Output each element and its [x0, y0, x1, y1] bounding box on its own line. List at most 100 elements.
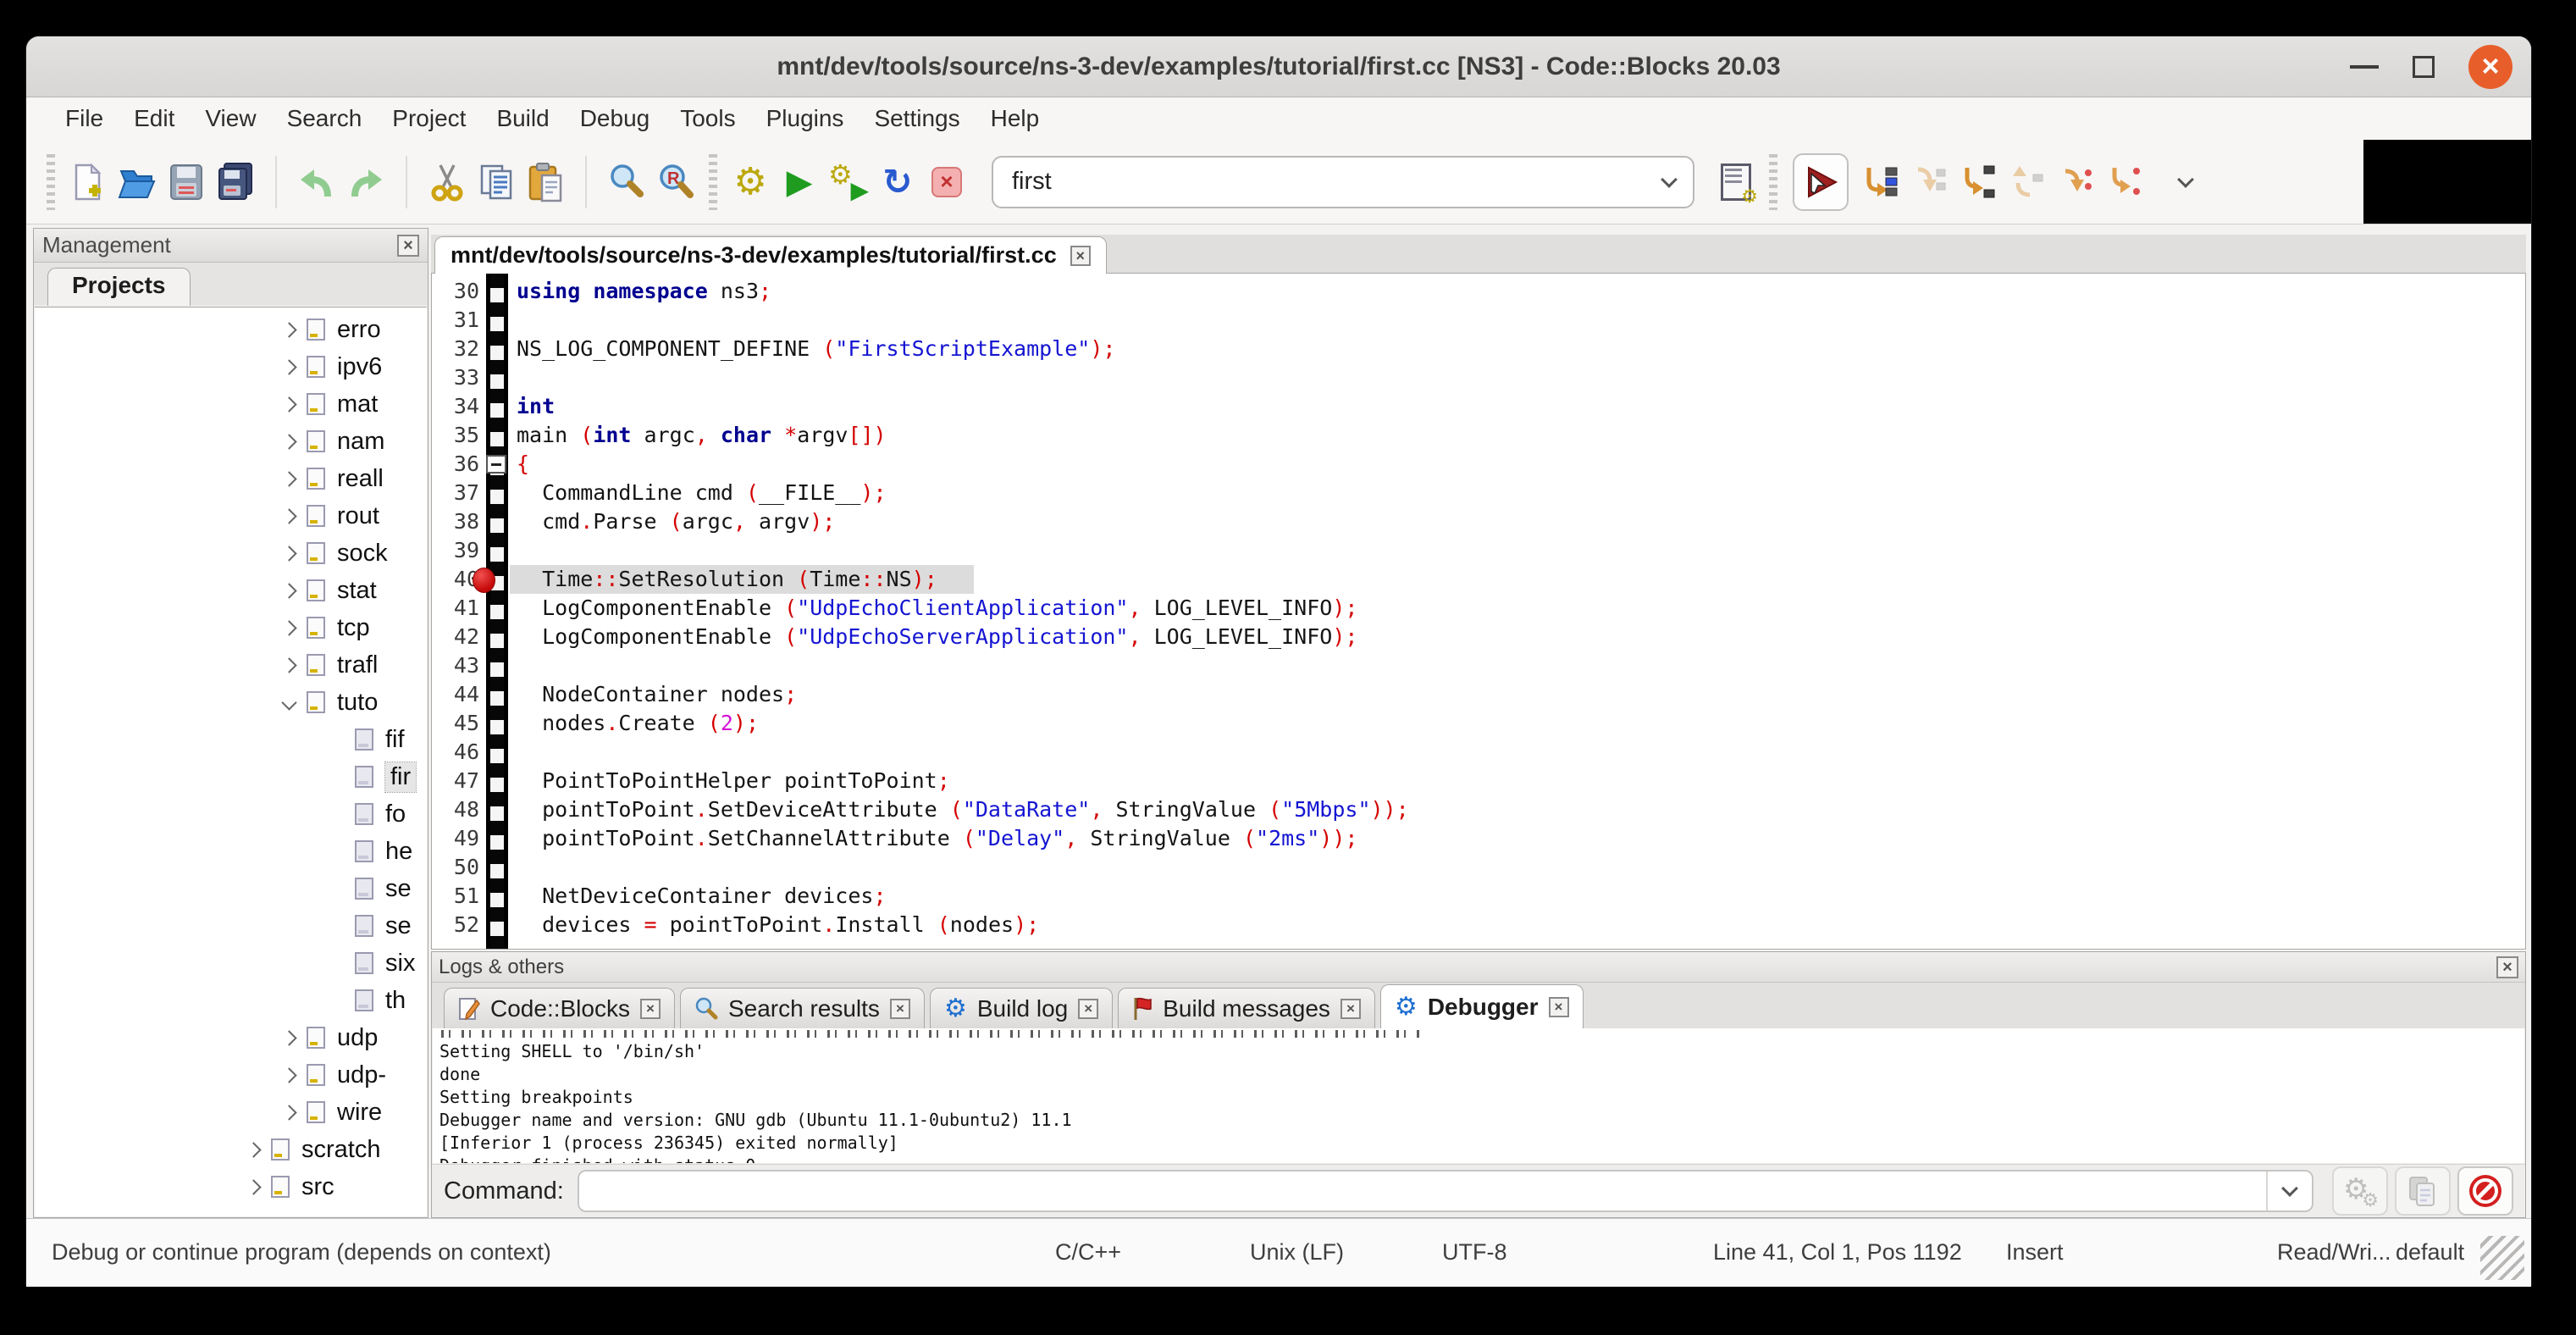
maximize-icon[interactable]	[2413, 56, 2435, 78]
code-line[interactable]: 31	[432, 306, 2525, 335]
tree-item-six[interactable]: six	[35, 944, 427, 982]
tree-item-mat[interactable]: mat	[35, 385, 427, 423]
code-line[interactable]: 43	[432, 651, 2525, 680]
tree-item-src[interactable]: src	[35, 1168, 427, 1205]
run-button[interactable]: ▶	[775, 154, 824, 210]
chevron-right-icon[interactable]	[281, 359, 296, 374]
abort-build-button[interactable]: ×	[922, 154, 971, 210]
next-line-button[interactable]	[1904, 154, 1954, 210]
menu-item-search[interactable]: Search	[272, 102, 378, 136]
tree-item-rout[interactable]: rout	[35, 497, 427, 535]
command-dropdown-button[interactable]	[2266, 1172, 2312, 1210]
chevron-right-icon[interactable]	[281, 1030, 296, 1045]
menu-item-view[interactable]: View	[190, 102, 271, 136]
code-line[interactable]: 42 LogComponentEnable ("UdpEchoServerApp…	[432, 623, 2525, 651]
chevron-right-icon[interactable]	[281, 620, 296, 635]
menu-item-edit[interactable]: Edit	[119, 102, 190, 136]
chevron-right-icon[interactable]	[281, 1105, 296, 1120]
code-line[interactable]: 44 NodeContainer nodes;	[432, 680, 2525, 709]
tree-item-sock[interactable]: sock	[35, 535, 427, 572]
chevron-right-icon[interactable]	[246, 1179, 261, 1194]
minimize-icon[interactable]	[2350, 65, 2379, 69]
debugger-log[interactable]: Setting SHELL to '/bin/sh'doneSetting br…	[433, 1028, 2524, 1163]
save-all-button[interactable]	[211, 154, 260, 210]
log-tab-debugger[interactable]: ⚙Debugger×	[1380, 984, 1584, 1028]
code-line[interactable]: 38 cmd.Parse (argc, argv);	[432, 507, 2525, 536]
chevron-right-icon[interactable]	[281, 1067, 296, 1083]
tree-item-nam[interactable]: nam	[35, 423, 427, 460]
tree-item-tcp[interactable]: tcp	[35, 609, 427, 646]
code-line[interactable]: 35main (int argc, char *argv[])	[432, 421, 2525, 450]
code-line[interactable]: 37 CommandLine cmd (__FILE__);	[432, 479, 2525, 507]
search-dropdown-button[interactable]	[1645, 179, 1693, 186]
menu-item-build[interactable]: Build	[481, 102, 564, 136]
rebuild-button[interactable]: ↻	[873, 154, 922, 210]
redo-button[interactable]	[341, 154, 390, 210]
log-tab-close-icon[interactable]: ×	[1078, 999, 1098, 1019]
tab-projects[interactable]: Projects	[47, 268, 191, 306]
project-tree[interactable]: erroipv6matnamreallroutsockstattcptraflt…	[35, 307, 427, 1216]
code-line[interactable]: 48 pointToPoint.SetDeviceAttribute ("Dat…	[432, 795, 2525, 824]
toolbar-gripper[interactable]	[709, 154, 717, 210]
build-button[interactable]: ⚙	[726, 154, 775, 210]
debug-continue-button[interactable]	[1793, 153, 1849, 211]
log-tab-close-icon[interactable]: ×	[890, 999, 910, 1019]
log-tab-close-icon[interactable]: ×	[1549, 997, 1569, 1017]
breakpoint-icon[interactable]	[473, 568, 495, 593]
log-tab-search-results[interactable]: Search results×	[680, 988, 925, 1028]
code-line[interactable]: 41 LogComponentEnable ("UdpEchoClientApp…	[432, 594, 2525, 623]
tree-item-se[interactable]: se	[35, 870, 427, 907]
code-line[interactable]: 40 Time::SetResolution (Time::NS);	[432, 565, 2525, 594]
tree-item-reall[interactable]: reall	[35, 460, 427, 497]
management-close-icon[interactable]: ×	[397, 235, 419, 257]
menu-item-debug[interactable]: Debug	[565, 102, 666, 136]
tree-item-he[interactable]: he	[35, 833, 427, 870]
save-button[interactable]	[162, 154, 211, 210]
undo-button[interactable]	[292, 154, 341, 210]
tree-item-erro[interactable]: erro	[35, 311, 427, 348]
chevron-right-icon[interactable]	[281, 546, 296, 561]
tree-item-ipv6[interactable]: ipv6	[35, 348, 427, 385]
log-tab-build-log[interactable]: ⚙Build log×	[930, 988, 1113, 1028]
copy-log-button[interactable]	[2395, 1166, 2451, 1216]
chevron-right-icon[interactable]	[281, 434, 296, 449]
build-and-run-button[interactable]: ⚙ ▶	[824, 154, 873, 210]
chevron-right-icon[interactable]	[281, 508, 296, 523]
step-out-button[interactable]	[2003, 154, 2052, 210]
copy-button[interactable]	[472, 154, 521, 210]
code-line[interactable]: 36{	[432, 450, 2525, 479]
tree-item-fif[interactable]: fif	[35, 721, 427, 758]
tree-item-trafl[interactable]: trafl	[35, 646, 427, 684]
open-file-button[interactable]	[113, 154, 162, 210]
cut-button[interactable]	[423, 154, 472, 210]
find-in-files-button[interactable]: R	[651, 154, 700, 210]
chevron-right-icon[interactable]	[281, 396, 296, 412]
log-tab-code-blocks[interactable]: Code::Blocks×	[444, 988, 675, 1028]
code-line[interactable]: 50	[432, 853, 2525, 882]
command-input[interactable]	[579, 1178, 2266, 1205]
code-line[interactable]: 32NS_LOG_COMPONENT_DEFINE ("FirstScriptE…	[432, 335, 2525, 363]
log-tab-close-icon[interactable]: ×	[640, 999, 661, 1019]
tree-item-wire[interactable]: wire	[35, 1094, 427, 1131]
menu-item-help[interactable]: Help	[976, 102, 1055, 136]
search-input[interactable]	[993, 168, 1645, 196]
step-into-button[interactable]	[1954, 154, 2003, 210]
code-line[interactable]: 30using namespace ns3;	[432, 277, 2525, 306]
step-into-instruction-button[interactable]	[2101, 154, 2150, 210]
select-target-button[interactable]: ⚙	[1711, 154, 1761, 210]
code-line[interactable]: 39	[432, 536, 2525, 565]
find-button[interactable]	[602, 154, 651, 210]
stop-debugger-button[interactable]	[2457, 1166, 2513, 1216]
code-line[interactable]: 34int	[432, 392, 2525, 421]
run-to-cursor-button[interactable]	[1855, 154, 1904, 210]
menu-item-file[interactable]: File	[50, 102, 119, 136]
tree-item-stat[interactable]: stat	[35, 572, 427, 609]
close-icon[interactable]: ×	[2468, 45, 2512, 89]
menu-item-project[interactable]: Project	[377, 102, 481, 136]
code-line[interactable]: 51 NetDeviceContainer devices;	[432, 882, 2525, 911]
log-tab-build-messages[interactable]: Build messages×	[1118, 988, 1375, 1028]
resize-grip[interactable]	[2480, 1236, 2524, 1280]
toolbar-gripper[interactable]	[1769, 154, 1777, 210]
code-line[interactable]: 33	[432, 363, 2525, 392]
chevron-right-icon[interactable]	[281, 583, 296, 598]
